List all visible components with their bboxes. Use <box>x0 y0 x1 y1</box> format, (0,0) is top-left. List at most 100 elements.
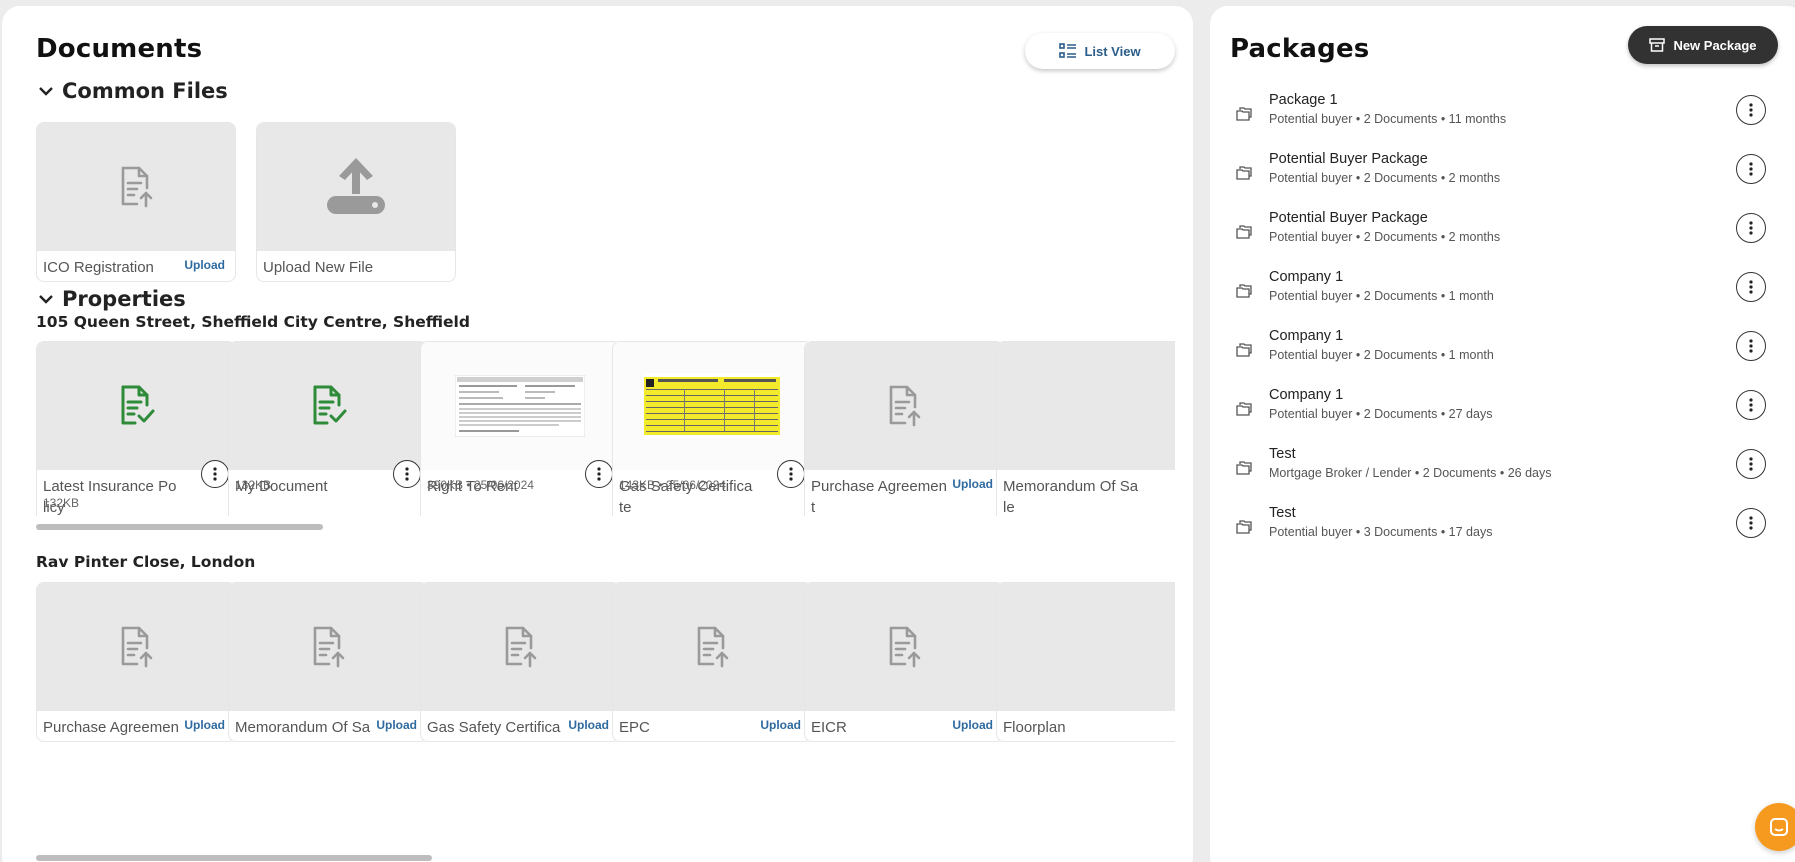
document-upload-icon <box>121 166 153 208</box>
document-upload-icon <box>313 626 345 668</box>
package-meta: Potential buyer • 3 Documents • 17 days <box>1269 525 1493 539</box>
properties-toggle[interactable]: Properties <box>38 287 186 311</box>
document-card-my-document[interactable]: My Document 132KB <box>228 341 428 516</box>
card-meta: 390KB • 25/06/2024 <box>427 478 534 492</box>
document-card-purchase-agreement[interactable]: Purchase Agreement Upload <box>804 341 1004 516</box>
document-card-ico-registration[interactable]: ICO Registration Upload <box>36 122 236 282</box>
package-meta: Potential buyer • 2 Documents • 27 days <box>1269 407 1493 421</box>
package-menu-button[interactable] <box>1736 508 1766 538</box>
package-meta: Potential buyer • 2 Documents • 1 month <box>1269 289 1494 303</box>
chat-launcher-button[interactable] <box>1755 803 1795 851</box>
horizontal-scrollbar[interactable] <box>36 524 323 530</box>
document-card-right-to-rent[interactable]: Right To Rent 390KB • 25/06/2024 <box>420 341 620 516</box>
list-view-icon <box>1059 43 1077 58</box>
kebab-menu-icon <box>1749 221 1753 235</box>
card-thumbnail <box>805 583 1003 711</box>
card-menu-button[interactable] <box>393 460 421 488</box>
common-files-toggle[interactable]: Common Files <box>38 79 228 103</box>
kebab-menu-icon <box>1749 516 1753 530</box>
document-upload-icon <box>889 385 921 427</box>
kebab-menu-icon <box>1749 162 1753 176</box>
kebab-menu-icon <box>405 467 409 481</box>
upload-link[interactable]: Upload <box>184 258 225 272</box>
card-meta: 132KB <box>235 478 272 492</box>
document-card-purchase-agreement[interactable]: Purchase Agreement Upload <box>36 582 236 742</box>
package-item[interactable]: Test Mortgage Broker / Lender • 2 Docume… <box>1210 443 1795 493</box>
document-card-memorandum-of-sale[interactable]: Memorandum Of Sale <box>996 341 1175 516</box>
package-item[interactable]: Potential Buyer Package Potential buyer … <box>1210 207 1795 257</box>
package-menu-button[interactable] <box>1736 213 1766 243</box>
upload-new-file-card[interactable]: Upload New File <box>256 122 456 282</box>
package-meta: Potential buyer • 2 Documents • 2 months <box>1269 171 1501 185</box>
horizontal-scrollbar[interactable] <box>36 855 432 861</box>
new-package-label: New Package <box>1673 37 1757 53</box>
package-item[interactable]: Company 1 Potential buyer • 2 Documents … <box>1210 384 1795 434</box>
upload-link[interactable]: Upload <box>184 718 225 732</box>
package-name: Test <box>1269 505 1296 521</box>
card-thumbnail <box>257 123 455 251</box>
card-thumbnail <box>997 583 1175 711</box>
package-menu-button[interactable] <box>1736 331 1766 361</box>
common-files-row: ICO Registration Upload Upload New File <box>36 122 1175 292</box>
card-thumbnail <box>613 583 811 711</box>
card-thumbnail <box>229 583 427 711</box>
document-card-eicr[interactable]: EICR Upload <box>804 582 1004 742</box>
card-menu-button[interactable] <box>777 460 805 488</box>
packages-title: Packages <box>1230 34 1370 64</box>
upload-link[interactable]: Upload <box>760 718 801 732</box>
kebab-menu-icon <box>789 467 793 481</box>
kebab-menu-icon <box>1749 398 1753 412</box>
package-item[interactable]: Potential Buyer Package Potential buyer … <box>1210 148 1795 198</box>
card-menu-button[interactable] <box>585 460 613 488</box>
card-name: Gas Safety Certificate <box>427 719 561 741</box>
property-documents-row[interactable]: Purchase Agreement Upload Memorandum Of … <box>36 582 1175 742</box>
card-thumbnail <box>805 342 1003 470</box>
list-view-button[interactable]: List View <box>1025 33 1175 69</box>
kebab-menu-icon <box>1749 103 1753 117</box>
package-menu-button[interactable] <box>1736 449 1766 479</box>
property-documents-row[interactable]: Latest Insurance Policy 132KB My Documen… <box>36 341 1175 516</box>
stacked-folders-icon <box>1236 107 1252 121</box>
document-card-floorplan[interactable]: Floorplan <box>996 582 1175 742</box>
package-meta: Potential buyer • 2 Documents • 1 month <box>1269 348 1494 362</box>
stacked-folders-icon <box>1236 461 1252 475</box>
document-card-gas-safety-certificate[interactable]: Gas Safety Certificate 143KB • 25/06/202… <box>612 341 812 516</box>
package-menu-button[interactable] <box>1736 95 1766 125</box>
package-item[interactable]: Company 1 Potential buyer • 2 Documents … <box>1210 266 1795 316</box>
upload-link[interactable]: Upload <box>952 718 993 732</box>
new-package-button[interactable]: New Package <box>1628 26 1778 64</box>
document-upload-icon <box>505 626 537 668</box>
package-item[interactable]: Company 1 Potential buyer • 2 Documents … <box>1210 325 1795 375</box>
package-item[interactable]: Package 1 Potential buyer • 2 Documents … <box>1210 89 1795 139</box>
package-menu-button[interactable] <box>1736 272 1766 302</box>
document-upload-icon <box>121 626 153 668</box>
kebab-menu-icon <box>213 467 217 481</box>
stacked-folders-icon <box>1236 225 1252 239</box>
package-meta: Potential buyer • 2 Documents • 11 month… <box>1269 112 1507 126</box>
document-card-latest-insurance-policy[interactable]: Latest Insurance Policy 132KB <box>36 341 236 516</box>
document-card-epc[interactable]: EPC Upload <box>612 582 812 742</box>
upload-link[interactable]: Upload <box>952 477 993 491</box>
package-meta: Potential buyer • 2 Documents • 2 months <box>1269 230 1501 244</box>
chevron-down-icon <box>39 87 53 96</box>
document-preview-thumbnail <box>613 342 811 470</box>
package-item[interactable]: Test Potential buyer • 3 Documents • 17 … <box>1210 502 1795 552</box>
document-check-icon <box>313 385 347 425</box>
document-card-memorandum-of-sale[interactable]: Memorandum Of Sale Upload <box>228 582 428 742</box>
stacked-folders-icon <box>1236 343 1252 357</box>
upload-link[interactable]: Upload <box>376 718 417 732</box>
property-address: Rav Pinter Close, London <box>36 553 256 571</box>
card-thumbnail <box>37 123 235 251</box>
kebab-menu-icon <box>1749 457 1753 471</box>
document-check-icon <box>121 385 155 425</box>
card-meta: 132KB <box>43 496 80 510</box>
document-card-gas-safety-certificate[interactable]: Gas Safety Certificate Upload <box>420 582 620 742</box>
card-thumbnail <box>37 583 235 711</box>
card-name: Purchase Agreement <box>43 719 179 741</box>
package-menu-button[interactable] <box>1736 390 1766 420</box>
common-files-heading: Common Files <box>62 79 228 103</box>
card-menu-button[interactable] <box>201 460 229 488</box>
upload-link[interactable]: Upload <box>568 718 609 732</box>
properties-heading: Properties <box>62 287 186 311</box>
package-menu-button[interactable] <box>1736 154 1766 184</box>
